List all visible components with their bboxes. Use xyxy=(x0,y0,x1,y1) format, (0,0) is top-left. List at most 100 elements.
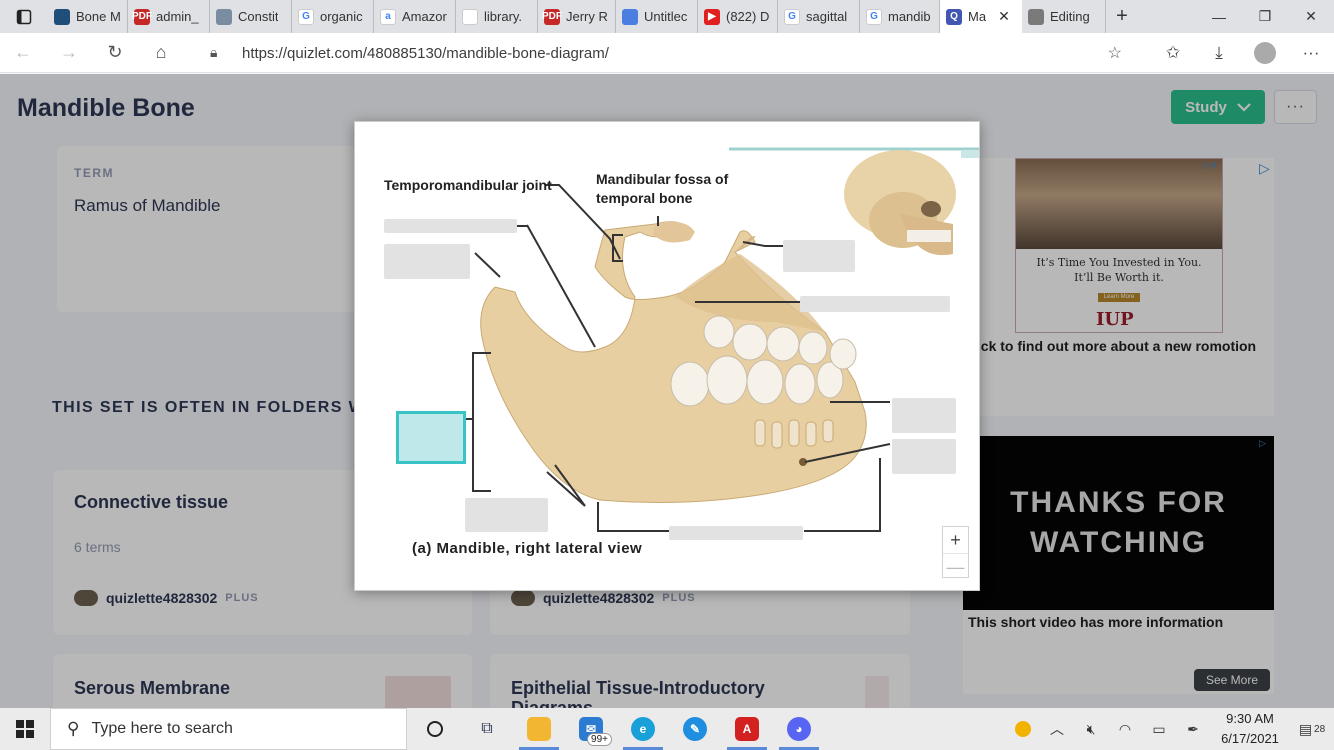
refresh-button[interactable]: ↻ xyxy=(92,33,138,73)
clock[interactable]: 9:30 AM 6/17/2021 xyxy=(1210,709,1290,749)
tab-strip: Bone M PDF admin_ Constit Gorganic a Amazor lib… xyxy=(0,0,1334,33)
browser-tab[interactable]: Gorganic xyxy=(292,0,374,33)
label-mandibular-fossa: Mandibular fossa of temporal bone xyxy=(596,171,729,206)
downloads-icon[interactable]: ⤓ xyxy=(1196,43,1242,63)
browser-tab[interactable]: Q Ma ✕ xyxy=(940,0,1022,33)
browser-toolbar: ← → ↻ ⌂ 🔒︎ https://quizlet.com/480885130… xyxy=(0,33,1334,73)
wifi-icon[interactable]: ◠ xyxy=(1108,721,1142,738)
tab-title: Untitlec xyxy=(644,9,688,24)
clock-date: 6/17/2021 xyxy=(1221,731,1279,746)
browser-tab[interactable]: ▶ (822) D xyxy=(698,0,778,33)
window-controls: — ❐ ✕ xyxy=(1196,0,1334,33)
address-bar[interactable]: 🔒︎ https://quizlet.com/480885130/mandibl… xyxy=(196,38,1134,68)
browser-tab[interactable]: library. xyxy=(456,0,538,33)
selected-answer-box[interactable] xyxy=(396,411,466,464)
tab-favicon-icon: ▶ xyxy=(704,8,720,25)
settings-menu-icon[interactable]: ··· xyxy=(1288,43,1334,63)
tab-title: Ma xyxy=(968,9,987,24)
answer-blank[interactable] xyxy=(384,244,470,279)
tab-title: Jerry R. xyxy=(566,9,609,24)
tab-title: library. xyxy=(484,9,523,24)
discord-app[interactable]: ◕ xyxy=(773,708,825,750)
minimize-button[interactable]: — xyxy=(1196,0,1242,33)
lock-icon: 🔒︎ xyxy=(210,44,218,60)
tab-actions-button[interactable] xyxy=(0,0,48,33)
browser-tab[interactable]: a Amazor xyxy=(374,0,456,33)
folder-icon xyxy=(527,717,551,741)
answer-blank[interactable] xyxy=(783,240,855,272)
browser-tab[interactable]: Bone M xyxy=(48,0,128,33)
answer-blank[interactable] xyxy=(800,296,950,312)
pen-icon[interactable]: ✒ xyxy=(1176,721,1210,738)
add-favorite-icon[interactable]: ☆ xyxy=(1108,43,1122,63)
close-tab-icon[interactable]: ✕ xyxy=(998,8,1010,25)
acrobat-app[interactable]: A xyxy=(721,708,773,750)
zoom-controls: + — xyxy=(942,526,969,578)
windows-taskbar: ⚲ Type here to search ⧉ ✉ 99+ e ✎ A ◕ ︿ 🔇… xyxy=(0,708,1334,750)
answer-blank[interactable] xyxy=(892,398,956,433)
start-button[interactable] xyxy=(0,708,50,750)
browser-tab[interactable]: PDF Jerry R. xyxy=(538,0,616,33)
answer-blank[interactable] xyxy=(669,526,803,540)
mail-app[interactable]: ✉ 99+ xyxy=(565,708,617,750)
profile-avatar[interactable] xyxy=(1242,42,1288,64)
browser-tab[interactable]: Untitlec xyxy=(616,0,698,33)
label-temporomandibular-joint: Temporomandibular joint xyxy=(384,177,552,193)
tab-favicon-icon xyxy=(462,8,478,25)
mail-badge: 99+ xyxy=(587,733,612,746)
cortana-icon xyxy=(427,721,443,737)
tab-title: (822) D xyxy=(726,9,770,24)
tab-title: Amazor xyxy=(402,9,447,24)
edge-app[interactable]: e xyxy=(617,708,669,750)
file-explorer-app[interactable] xyxy=(513,708,565,750)
zoom-in-button[interactable]: + xyxy=(943,527,968,553)
browser-tab[interactable]: Constit xyxy=(210,0,292,33)
chevron-up-icon[interactable]: ︿ xyxy=(1040,719,1074,739)
tab-title: mandib xyxy=(888,9,931,24)
cortana-button[interactable] xyxy=(409,708,461,750)
task-view-icon: ⧉ xyxy=(481,720,493,737)
new-tab-button[interactable]: + xyxy=(1106,5,1138,28)
system-tray: ︿ 🔇︎ ◠ ▭ ✒ 9:30 AM 6/17/2021 ▤ 28 xyxy=(1006,708,1334,750)
tab-favicon-icon: G xyxy=(298,8,314,25)
tab-favicon-icon xyxy=(1028,8,1044,25)
answer-blank[interactable] xyxy=(465,498,548,532)
skull-thumbnail xyxy=(844,150,956,256)
answer-blank[interactable] xyxy=(892,439,956,474)
browser-tab[interactable]: Gsagittal xyxy=(778,0,860,33)
tab-favicon-icon: Q xyxy=(946,8,962,25)
tab-title: admin_ xyxy=(156,9,199,24)
notifications-button[interactable]: ▤ 28 xyxy=(1290,721,1334,738)
weather-icon[interactable] xyxy=(1006,721,1040,737)
tab-favicon-icon: G xyxy=(784,8,800,25)
back-button[interactable]: ← xyxy=(0,33,46,73)
home-button[interactable]: ⌂ xyxy=(138,33,184,73)
discord-icon: ◕ xyxy=(787,717,811,741)
zoom-out-button[interactable]: — xyxy=(943,553,968,579)
answer-blank[interactable] xyxy=(384,219,517,233)
battery-icon[interactable]: ▭ xyxy=(1142,721,1176,738)
close-window-button[interactable]: ✕ xyxy=(1288,0,1334,33)
tab-favicon-icon: a xyxy=(380,8,396,25)
toolbar-right: ✩ ⤓ ··· xyxy=(1150,33,1334,73)
forward-button[interactable]: → xyxy=(46,33,92,73)
tab-title: organic xyxy=(320,9,363,24)
feather-app[interactable]: ✎ xyxy=(669,708,721,750)
browser-tab[interactable]: PDF admin_ xyxy=(128,0,210,33)
notification-icon: ▤ xyxy=(1298,720,1313,737)
restore-button[interactable]: ❐ xyxy=(1242,0,1288,33)
favorites-icon[interactable]: ✩ xyxy=(1150,43,1196,63)
taskbar-search[interactable]: ⚲ Type here to search xyxy=(50,708,407,750)
volume-muted-icon[interactable]: 🔇︎ xyxy=(1074,721,1108,738)
tab-actions-icon xyxy=(16,9,32,24)
browser-tab[interactable]: Gmandib xyxy=(860,0,940,33)
notification-count: 28 xyxy=(1314,723,1326,735)
tab-favicon-icon: G xyxy=(866,8,882,25)
diagram-modal: Temporomandibular joint Mandibular fossa… xyxy=(354,121,980,591)
task-view-button[interactable]: ⧉ xyxy=(461,708,513,750)
clock-time: 9:30 AM xyxy=(1226,711,1274,726)
tab-title: sagittal xyxy=(806,9,848,24)
browser-tab[interactable]: Editing xyxy=(1022,0,1106,33)
windows-logo-icon xyxy=(16,720,34,738)
tab-title: Bone M xyxy=(76,9,121,24)
